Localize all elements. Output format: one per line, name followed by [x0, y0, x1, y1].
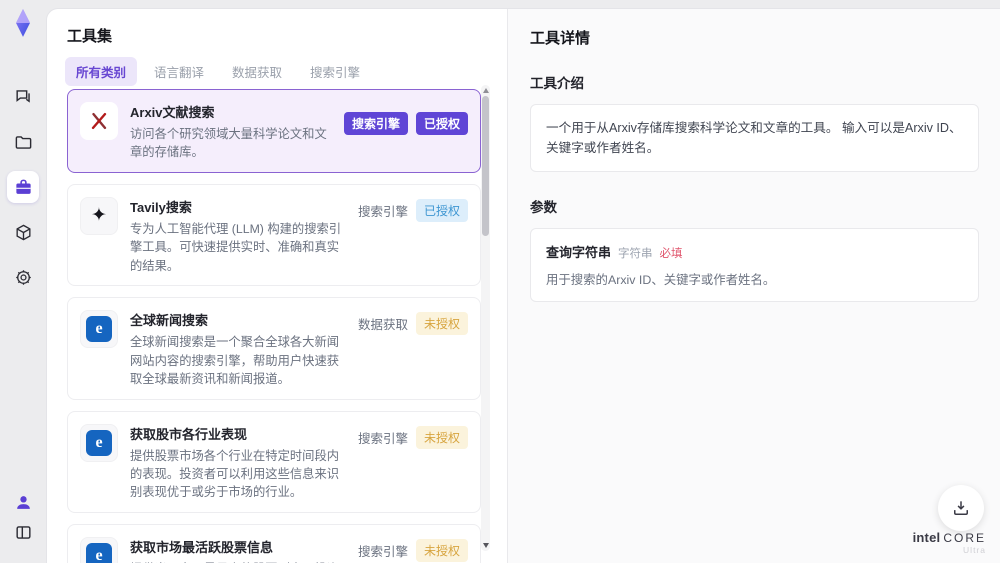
chat-icon: [15, 89, 30, 103]
page-title: 工具集: [67, 28, 113, 45]
news-engine-icon: e: [80, 310, 118, 349]
status-badge: 未授权: [415, 425, 468, 449]
intel-sub-label: Ultra: [963, 544, 986, 555]
intro-card: 一个用于从Arxiv存储库搜索科学论文和文章的工具。 输入可以是Arxiv ID…: [530, 104, 979, 173]
sidebar-item-account[interactable]: [7, 486, 39, 518]
scroll-up-arrow-icon[interactable]: [482, 88, 489, 93]
status-badge: 未授权: [415, 538, 468, 562]
category-label: 搜索引擎: [357, 431, 408, 446]
tool-name: 全球新闻搜索: [130, 313, 209, 329]
param-name: 查询字符串: [546, 245, 612, 261]
intel-core-logo: intel CORE Ultra: [913, 531, 986, 555]
tool-name: 获取市场最活跃股票信息: [130, 539, 274, 555]
param-type: 字符串: [618, 248, 653, 261]
intro-text: 一个用于从Arxiv存储库搜索科学论文和文章的工具。 输入可以是Arxiv ID…: [546, 121, 962, 156]
status-badge: 已授权: [415, 198, 468, 222]
news-engine-icon: e: [80, 423, 118, 462]
category-label: 搜索引擎: [357, 204, 408, 219]
tool-description: 提供股票市场各个行业在特定时间段内的表现。投资者可以利用这些信息来识别表现优于或…: [130, 448, 340, 500]
tool-card-most-active-stocks[interactable]: e 获取市场最活跃股票信息 提供当天交易量最高的股票列表。投资者可以利用这些信息…: [67, 523, 481, 563]
sidebar-item-chat[interactable]: [7, 80, 39, 112]
sidebar-item-settings[interactable]: [7, 261, 39, 293]
status-badge: 未授权: [415, 312, 468, 336]
detail-title: 工具详情: [530, 30, 591, 47]
tab-all-categories[interactable]: 所有类别: [65, 57, 138, 86]
panel-columns-icon: [15, 525, 31, 539]
tab-language-translation[interactable]: 语言翻译: [143, 57, 215, 86]
main-surface: 工具集 所有类别 语言翻译 数据获取 搜索引擎 Arxiv文献搜索 访问各个研究…: [46, 8, 1000, 563]
category-tabs: 所有类别 语言翻译 数据获取 搜索引擎: [65, 57, 371, 86]
tool-detail-panel: 工具详情 工具介绍 一个用于从Arxiv存储库搜索科学论文和文章的工具。 输入可…: [507, 9, 1000, 563]
category-label: 数据获取: [357, 318, 408, 333]
tool-name: Tavily搜索: [130, 199, 192, 215]
tool-card-sector-performance[interactable]: e 获取股市各行业表现 提供股票市场各个行业在特定时间段内的表现。投资者可以利用…: [67, 410, 481, 513]
tool-card-global-news[interactable]: e 全球新闻搜索 全球新闻搜索是一个聚合全球各大新闻网站内容的搜索引擎，帮助用户…: [67, 297, 481, 400]
cube-icon: [15, 224, 31, 240]
tab-data-acquisition[interactable]: 数据获取: [221, 57, 293, 86]
status-badge: 已授权: [415, 112, 468, 135]
param-description: 用于搜索的Arxiv ID、关键字或作者姓名。: [546, 273, 776, 288]
core-wordmark: CORE: [943, 531, 986, 546]
tool-card-arxiv[interactable]: Arxiv文献搜索 访问各个研究领域大量科学论文和文章的存储库。 搜索引擎 已授…: [67, 89, 481, 173]
download-icon: [954, 501, 968, 515]
news-engine-icon: e: [80, 536, 118, 563]
params-heading: 参数: [530, 200, 557, 216]
briefcase-icon: [15, 179, 31, 194]
list-scrollbar[interactable]: [481, 85, 490, 551]
category-badge: 搜索引擎: [343, 112, 408, 135]
folder-icon: [15, 135, 31, 149]
user-icon: [16, 495, 30, 509]
category-label: 搜索引擎: [357, 544, 408, 559]
tool-list: Arxiv文献搜索 访问各个研究领域大量科学论文和文章的存储库。 搜索引擎 已授…: [67, 89, 481, 563]
app-logo-icon: [16, 9, 30, 37]
tool-name: 获取股市各行业表现: [130, 426, 248, 442]
tool-description: 全球新闻搜索是一个聚合全球各大新闻网站内容的搜索引擎，帮助用户快速获取全球最新资…: [130, 335, 340, 387]
param-required-badge: 必填: [659, 248, 683, 261]
sidebar-item-files[interactable]: [7, 126, 39, 158]
tool-description: 专为人工智能代理 (LLM) 构建的搜索引擎工具。可快速提供实时、准确和真实的结…: [130, 221, 342, 273]
scrollbar-thumb[interactable]: [482, 96, 489, 236]
tool-description: 访问各个研究领域大量科学论文和文章的存储库。: [130, 127, 327, 160]
app-sidebar: [0, 0, 46, 563]
gear-icon: [15, 269, 31, 285]
tab-search-engine[interactable]: 搜索引擎: [299, 57, 371, 86]
sparkle-icon: ✦: [80, 196, 118, 235]
intel-wordmark: intel: [912, 530, 941, 546]
sidebar-item-packages[interactable]: [7, 216, 39, 248]
intro-heading: 工具介绍: [530, 76, 584, 91]
tool-name: Arxiv文献搜索: [130, 105, 215, 120]
sidebar-item-collapse[interactable]: [7, 516, 39, 548]
arxiv-logo-icon: [80, 102, 118, 140]
tool-card-tavily[interactable]: ✦ Tavily搜索 专为人工智能代理 (LLM) 构建的搜索引擎工具。可快速提…: [67, 183, 481, 287]
sidebar-item-tools[interactable]: [7, 171, 39, 203]
scroll-down-arrow-icon[interactable]: [482, 543, 489, 548]
download-button[interactable]: [938, 485, 984, 531]
tool-list-panel: 工具集 所有类别 语言翻译 数据获取 搜索引擎 Arxiv文献搜索 访问各个研究…: [47, 9, 507, 563]
param-card: 查询字符串 字符串 必填 用于搜索的Arxiv ID、关键字或作者姓名。: [530, 228, 979, 303]
